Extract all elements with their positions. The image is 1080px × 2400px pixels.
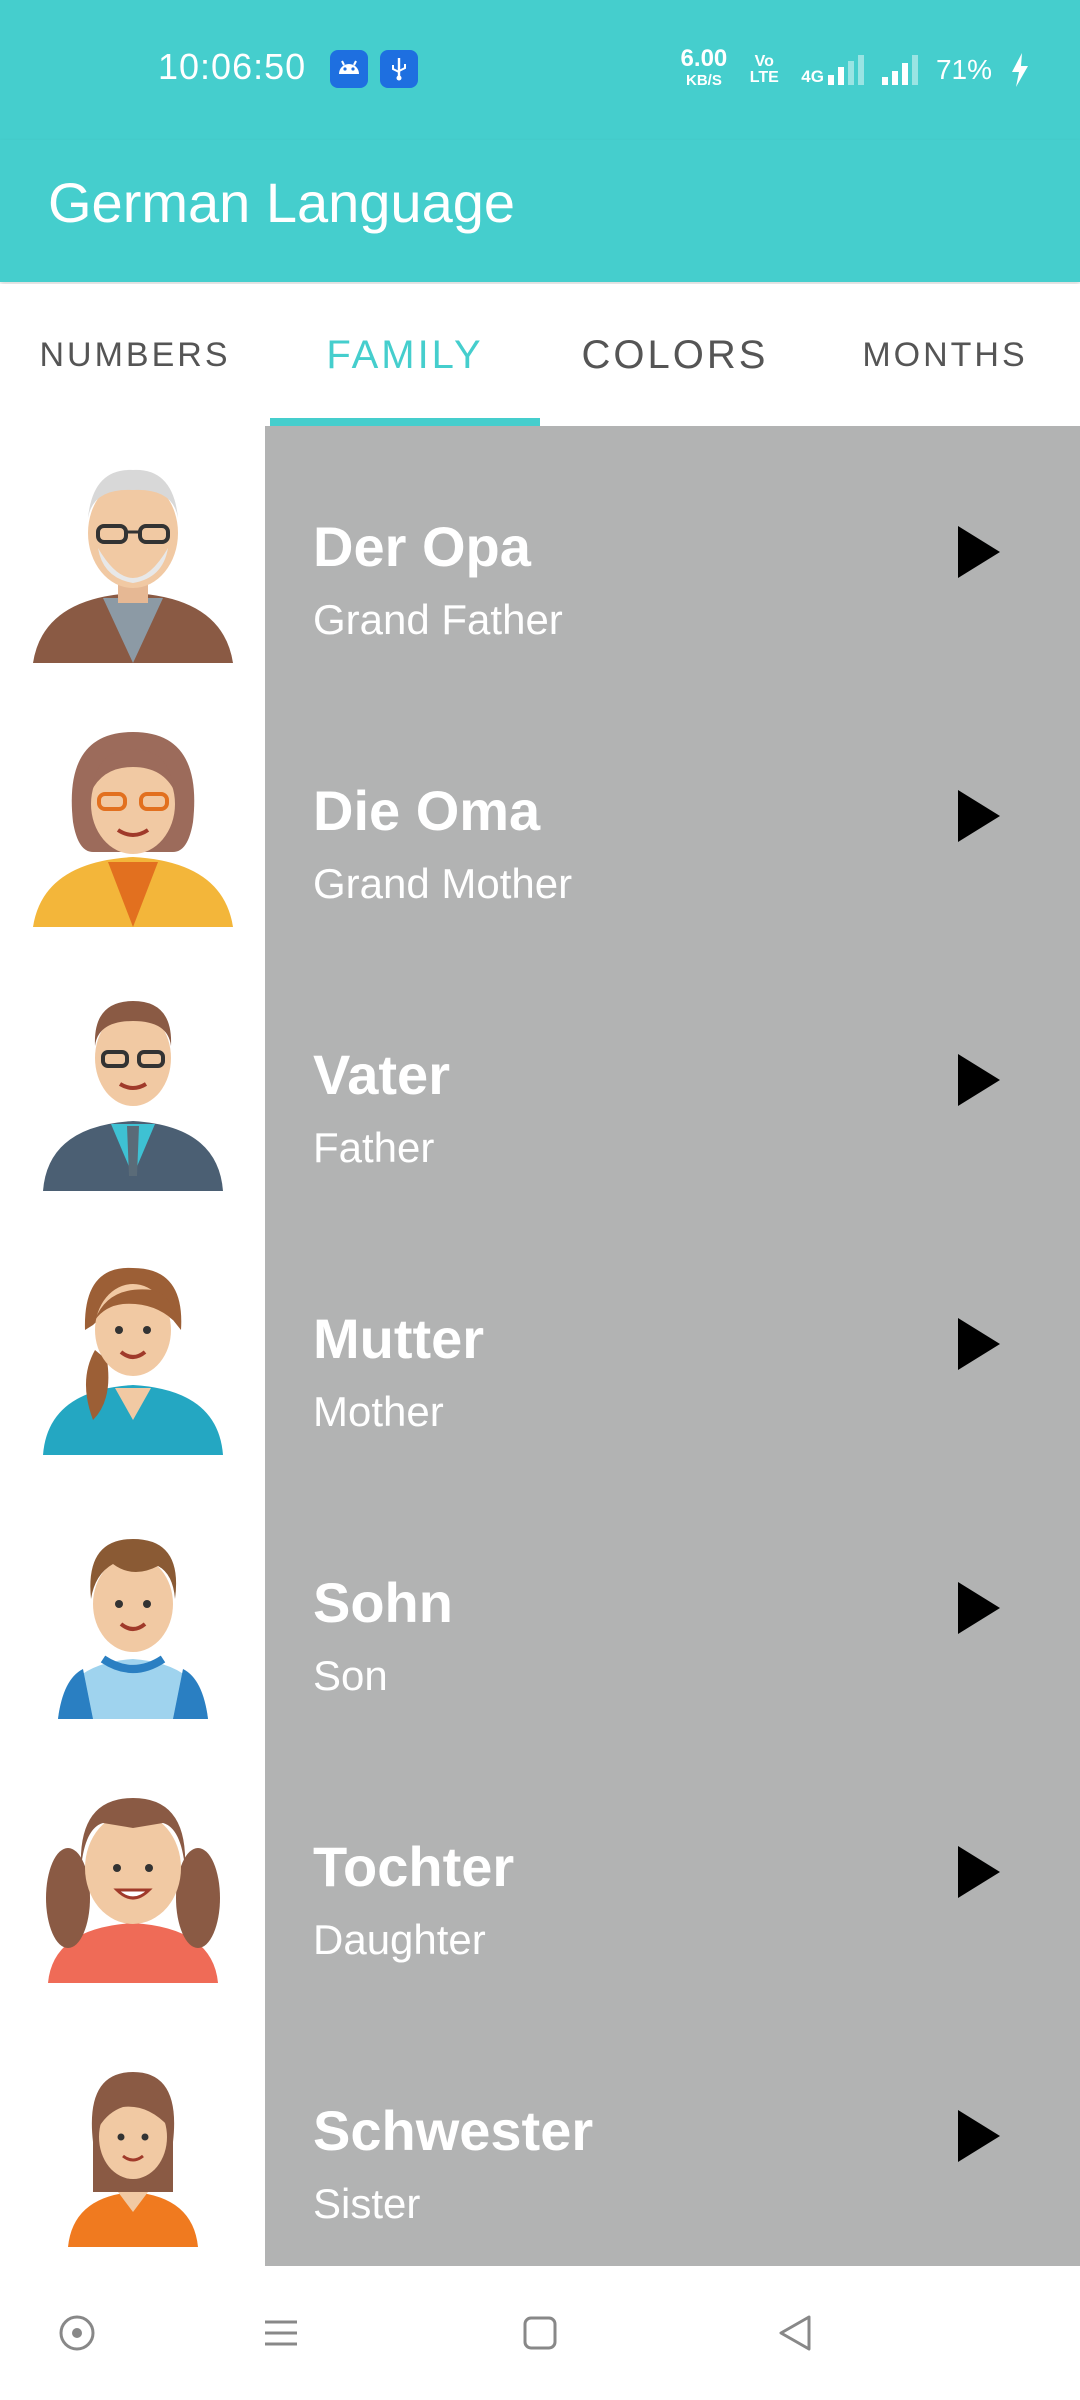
grandmother-avatar [0, 690, 265, 954]
sister-avatar [0, 2010, 265, 2266]
daughter-avatar [0, 1746, 265, 2010]
tab-indicator [270, 418, 540, 426]
german-word: Tochter [313, 1835, 515, 1898]
list-item[interactable]: Schwester Sister [0, 2010, 1080, 2266]
status-indicators: 6.00 KB/S Vo LTE 4G 71% [680, 45, 1030, 92]
english-translation: Mother [313, 1388, 444, 1435]
menu-button[interactable] [256, 2308, 306, 2358]
tab-colors[interactable]: COLORS [540, 284, 810, 426]
word-card[interactable]: Schwester Sister [265, 2010, 1080, 2266]
word-list[interactable]: Der Opa Grand Father Die Oma Grand Mothe… [0, 426, 1080, 2266]
word-card[interactable]: Mutter Mother [265, 1218, 1080, 1482]
word-card[interactable]: Die Oma Grand Mother [265, 690, 1080, 954]
list-item[interactable]: Der Opa Grand Father [0, 426, 1080, 690]
tab-bar: NUMBERS FAMILY COLORS MONTHS [0, 284, 1080, 426]
german-word: Die Oma [313, 779, 541, 842]
battery-percent: 71% [935, 54, 992, 85]
word-card[interactable]: Tochter Daughter [265, 1746, 1080, 2010]
list-item[interactable]: Sohn Son [0, 1482, 1080, 1746]
list-item[interactable]: Vater Father [0, 954, 1080, 1218]
english-translation: Sister [313, 2180, 421, 2227]
system-navigation-bar [0, 2266, 1080, 2400]
home-icon [523, 2316, 557, 2350]
app-title: German Language [48, 171, 516, 234]
german-word: Mutter [313, 1307, 485, 1370]
play-icon[interactable] [958, 1318, 1000, 1370]
father-avatar [0, 954, 265, 1218]
word-card[interactable]: Vater Father [265, 954, 1080, 1218]
german-word: Schwester [313, 2099, 594, 2162]
back-button[interactable] [770, 2308, 820, 2358]
tab-months[interactable]: MONTHS [810, 284, 1080, 426]
assistant-icon [59, 2315, 95, 2351]
menu-icon [265, 2320, 297, 2346]
list-item[interactable]: Die Oma Grand Mother [0, 690, 1080, 954]
status-bar: 10:06:50 6.00 KB/S Vo LTE 4G 71% [0, 0, 1080, 140]
app-bar: German Language [0, 140, 1080, 282]
volte-icon: Vo LTE [749, 53, 779, 86]
tab-family[interactable]: FAMILY [270, 284, 540, 426]
play-icon[interactable] [958, 790, 1000, 842]
english-translation: Daughter [313, 1916, 486, 1963]
play-icon[interactable] [958, 1054, 1000, 1106]
mother-avatar [0, 1218, 265, 1482]
android-notification-icon [330, 50, 368, 88]
network-speed: 6.00 KB/S [680, 45, 728, 90]
play-icon[interactable] [958, 1846, 1000, 1898]
son-avatar [0, 1482, 265, 1746]
usb-notification-icon [380, 50, 418, 88]
german-word: Vater [313, 1043, 450, 1106]
grandfather-avatar [0, 426, 265, 690]
play-icon[interactable] [958, 2110, 1000, 2162]
word-card[interactable]: Sohn Son [265, 1482, 1080, 1746]
german-word: Sohn [313, 1571, 453, 1634]
charging-bolt-icon [1012, 53, 1028, 87]
signal-4g-icon: 4G [801, 55, 864, 85]
english-translation: Grand Father [313, 596, 563, 643]
play-icon[interactable] [958, 526, 1000, 578]
tab-numbers[interactable]: NUMBERS [0, 284, 270, 426]
back-icon [779, 2315, 811, 2351]
english-translation: Father [313, 1124, 435, 1171]
assistant-button[interactable] [52, 2308, 102, 2358]
german-word: Der Opa [313, 515, 531, 578]
home-button[interactable] [515, 2308, 565, 2358]
status-time: 10:06:50 [158, 46, 307, 87]
play-icon[interactable] [958, 1582, 1000, 1634]
english-translation: Son [313, 1652, 388, 1699]
list-item[interactable]: Tochter Daughter [0, 1746, 1080, 2010]
word-card[interactable]: Der Opa Grand Father [265, 426, 1080, 690]
signal-strength-icon [881, 55, 918, 85]
list-item[interactable]: Mutter Mother [0, 1218, 1080, 1482]
english-translation: Grand Mother [313, 860, 573, 907]
